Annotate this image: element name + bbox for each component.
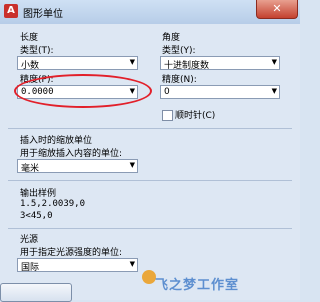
chevron-down-icon: ▼: [129, 161, 135, 169]
red-annotation-circle: [14, 74, 152, 108]
close-button[interactable]: ✕: [256, 0, 298, 19]
angle-precision-value: 0: [164, 87, 170, 97]
length-type-label: 类型(T):: [20, 46, 54, 56]
clockwise-label: 顺时针(C): [175, 111, 216, 121]
watermark-text: 飞之梦工作室: [155, 278, 240, 293]
sample-section-label: 输出样例: [20, 189, 57, 199]
angle-type-select[interactable]: 十进制度数 ▼: [160, 56, 280, 71]
chevron-down-icon: ▼: [129, 260, 135, 268]
ok-button[interactable]: [0, 283, 72, 302]
angle-type-value: 十进制度数: [164, 61, 210, 71]
section-divider: [8, 228, 292, 229]
angle-precision-select[interactable]: 0 ▼: [160, 85, 280, 99]
chevron-down-icon: ▼: [129, 58, 135, 66]
watermark-logo-icon: [142, 270, 156, 284]
clockwise-checkbox[interactable]: [162, 110, 173, 121]
chevron-down-icon: ▼: [271, 58, 277, 66]
angle-precision-label: 精度(N):: [162, 75, 197, 85]
insertion-desc-label: 用于缩放插入内容的单位:: [20, 149, 123, 159]
lighting-unit-value: 国际: [21, 263, 40, 273]
length-section-label: 长度: [20, 33, 39, 43]
length-type-select[interactable]: 小数 ▼: [17, 56, 138, 71]
insertion-unit-value: 毫米: [21, 164, 40, 174]
autocad-app-icon: A: [4, 4, 18, 18]
sample-line-1: 1.5,2.0039,0: [20, 199, 86, 209]
length-type-value: 小数: [21, 61, 40, 71]
lighting-section-label: 光源: [20, 235, 39, 245]
angle-section-label: 角度: [162, 33, 181, 43]
angle-type-label: 类型(Y):: [162, 46, 196, 56]
title-bar: A 图形单位 ✕: [0, 0, 300, 25]
chevron-down-icon: ▼: [271, 87, 277, 95]
lighting-unit-select[interactable]: 国际 ▼: [17, 258, 138, 273]
window-title: 图形单位: [23, 9, 63, 20]
section-divider: [8, 128, 292, 129]
insertion-section-label: 插入时的缩放单位: [20, 136, 93, 146]
section-divider: [8, 180, 292, 181]
insertion-unit-select[interactable]: 毫米 ▼: [17, 159, 138, 174]
lighting-desc-label: 用于指定光源强度的单位:: [20, 248, 123, 258]
sample-line-2: 3<45,0: [20, 211, 53, 221]
